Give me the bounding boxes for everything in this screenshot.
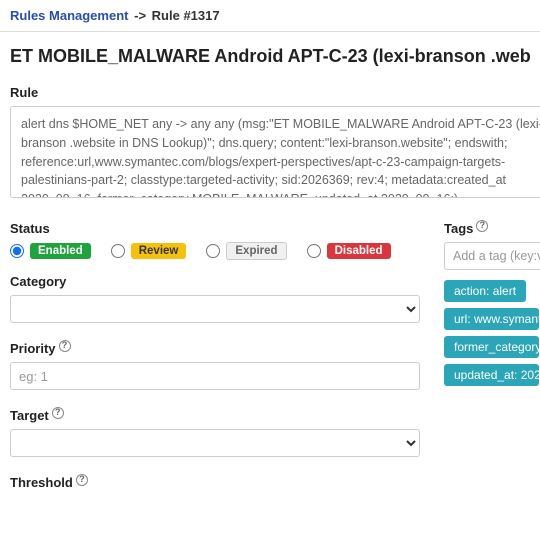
tag-item[interactable]: former_category <box>444 336 539 358</box>
help-icon[interactable]: ? <box>59 340 71 352</box>
category-label: Category <box>10 274 420 289</box>
category-select[interactable] <box>10 295 420 323</box>
status-badge-enabled: Enabled <box>30 243 91 259</box>
tag-item[interactable]: updated_at: 2020 <box>444 364 539 386</box>
help-icon[interactable]: ? <box>52 407 64 419</box>
tags-label: Tags ? <box>444 221 540 236</box>
status-option-enabled[interactable]: Enabled <box>10 243 91 259</box>
breadcrumb-parent-link[interactable]: Rules Management <box>10 8 128 23</box>
status-option-disabled[interactable]: Disabled <box>307 243 391 259</box>
status-label: Status <box>10 221 420 236</box>
tag-item[interactable]: action: alert <box>444 280 526 302</box>
status-badge-disabled: Disabled <box>327 243 391 259</box>
breadcrumb-current: Rule #1317 <box>152 8 220 23</box>
help-icon[interactable]: ? <box>476 220 488 232</box>
tags-input[interactable] <box>444 242 540 270</box>
status-badge-expired: Expired <box>226 242 286 260</box>
status-badge-review: Review <box>131 243 187 259</box>
help-icon[interactable]: ? <box>76 474 88 486</box>
rule-textarea[interactable] <box>10 106 540 198</box>
breadcrumb-separator: -> <box>132 8 148 23</box>
target-select[interactable] <box>10 429 420 457</box>
status-radio-review[interactable] <box>111 244 125 258</box>
status-radio-enabled[interactable] <box>10 244 24 258</box>
status-option-review[interactable]: Review <box>111 243 187 259</box>
status-options: Enabled Review Expired Disabled <box>10 242 420 260</box>
breadcrumb: Rules Management -> Rule #1317 <box>0 0 540 29</box>
status-radio-disabled[interactable] <box>307 244 321 258</box>
threshold-label: Threshold ? <box>10 475 420 490</box>
page-title: ET MOBILE_MALWARE Android APT-C-23 (lexi… <box>10 46 530 67</box>
status-option-expired[interactable]: Expired <box>206 242 286 260</box>
divider <box>0 31 540 32</box>
priority-label: Priority ? <box>10 341 420 356</box>
status-radio-expired[interactable] <box>206 244 220 258</box>
priority-input[interactable] <box>10 362 420 390</box>
rule-label: Rule <box>10 85 530 100</box>
target-label: Target ? <box>10 408 420 423</box>
tag-item[interactable]: url: www.symantec <box>444 308 539 330</box>
